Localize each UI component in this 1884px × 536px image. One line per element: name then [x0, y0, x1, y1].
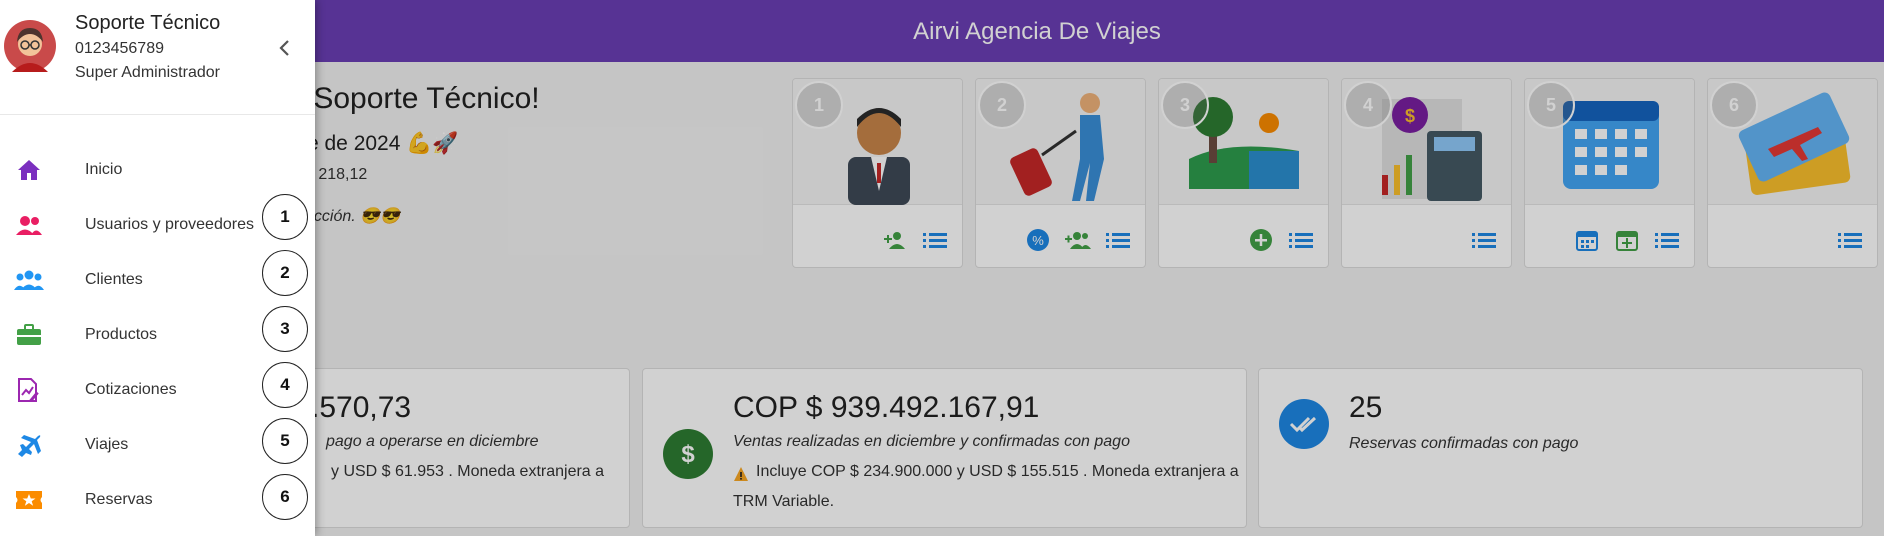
collapse-drawer-button[interactable] — [272, 36, 296, 60]
menu-label: Clientes — [85, 271, 143, 288]
user-phone: 0123456789 — [75, 40, 164, 57]
annotation-badge: 1 — [262, 194, 308, 240]
chevron-left-icon — [279, 40, 289, 56]
ticket-icon — [14, 486, 44, 514]
menu-label: Cotizaciones — [85, 381, 177, 398]
navigation-drawer: Soporte Técnico 0123456789 Super Adminis… — [0, 0, 315, 536]
quote-icon — [14, 376, 44, 404]
menu-label: Productos — [85, 326, 158, 343]
menu-label: Inicio — [85, 161, 123, 178]
users-icon — [14, 211, 44, 239]
annotation-badge: 4 — [262, 362, 308, 408]
clients-icon — [14, 266, 44, 294]
user-name: Soporte Técnico — [75, 12, 221, 34]
annotation-badge: 5 — [262, 418, 308, 464]
menu-label: Usuarios y proveedores — [85, 216, 254, 233]
plane-icon — [14, 431, 44, 459]
menu-label: Viajes — [85, 436, 129, 453]
menu-item-inicio[interactable]: Inicio — [0, 145, 315, 195]
home-icon — [14, 156, 44, 184]
briefcase-icon — [14, 321, 44, 349]
user-role: Super Administrador — [75, 64, 220, 81]
annotation-badge: 6 — [262, 474, 308, 520]
avatar — [4, 20, 56, 72]
menu-label: Reservas — [85, 491, 153, 508]
annotation-badge: 3 — [262, 306, 308, 352]
annotation-badge: 2 — [262, 250, 308, 296]
drawer-divider — [0, 114, 315, 115]
